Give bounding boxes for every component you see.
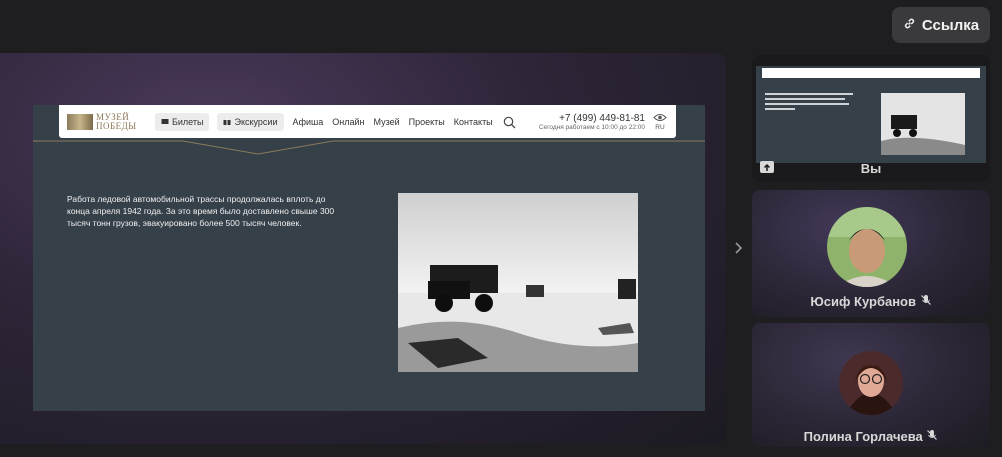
nav-link-online[interactable]: Онлайн — [332, 117, 364, 127]
participant-tile-polina[interactable]: Полина Горлачева — [752, 323, 990, 447]
avatar — [827, 207, 907, 287]
opening-hours: Сегодня работаем с 10:00 до 22:00 — [538, 123, 645, 131]
participant-tile-yusif[interactable]: Юсиф Курбанов — [752, 190, 990, 317]
copy-link-label: Ссылка — [921, 16, 980, 34]
contact-phone-block: +7 (499) 449-81-81 Сегодня работаем с 10… — [539, 113, 645, 131]
ticket-icon — [161, 117, 169, 127]
phone-number[interactable]: +7 (499) 449-81-81 — [539, 113, 645, 124]
link-icon — [903, 17, 916, 34]
logo-line-2: ПОБЕДЫ — [96, 120, 137, 131]
excursions-label: Экскурсии — [234, 116, 278, 127]
tickets-button[interactable]: Билеты — [155, 112, 210, 131]
nav-link-projects[interactable]: Проекты — [409, 117, 445, 127]
preview-text-lines — [765, 93, 853, 110]
gift-icon — [223, 117, 231, 127]
copy-link-button[interactable]: Ссылка — [892, 7, 990, 43]
tickets-label: Билеты — [172, 116, 204, 127]
logo-emblem-icon — [67, 113, 93, 130]
mic-muted-icon — [920, 294, 932, 309]
preview-navbar — [762, 68, 980, 78]
museum-site-navbar: МУЗЕЙ ПОБЕДЫ Билеты Экскурсии Афиша Онла… — [59, 105, 676, 138]
nav-link-museum[interactable]: Музей — [374, 117, 400, 127]
participant-name-polina: Полина Горлачева — [752, 429, 990, 444]
language-switch[interactable]: RU — [653, 124, 667, 131]
nav-link-contacts[interactable]: Контакты — [454, 117, 493, 127]
search-icon[interactable] — [503, 116, 516, 128]
presentation-slide: МУЗЕЙ ПОБЕДЫ Билеты Экскурсии Афиша Онла… — [33, 105, 705, 411]
nav-link-afisha[interactable]: Афиша — [293, 117, 324, 127]
eye-icon — [653, 113, 667, 124]
avatar — [839, 351, 903, 415]
participant-name-self: Вы — [860, 161, 882, 176]
participant-name-yusif: Юсиф Курбанов — [752, 294, 990, 309]
preview-photo — [881, 93, 965, 155]
participant-tile-self[interactable]: Вы — [752, 55, 990, 182]
nav-divider-line — [33, 140, 705, 155]
self-screen-preview — [756, 66, 986, 163]
screen-share-stage: МУЗЕЙ ПОБЕДЫ Билеты Экскурсии Афиша Онла… — [0, 53, 726, 444]
ice-road-truck-photo — [398, 193, 638, 372]
mic-muted-icon — [926, 429, 938, 444]
slide-body-text: Работа ледовой автомобильной трассы прод… — [67, 194, 335, 228]
accessibility-toggle[interactable]: RU — [653, 113, 667, 131]
museum-logo: МУЗЕЙ ПОБЕДЫ — [67, 112, 147, 131]
excursions-button[interactable]: Экскурсии — [217, 112, 284, 131]
collapse-panel-chevron-icon[interactable] — [732, 238, 746, 258]
